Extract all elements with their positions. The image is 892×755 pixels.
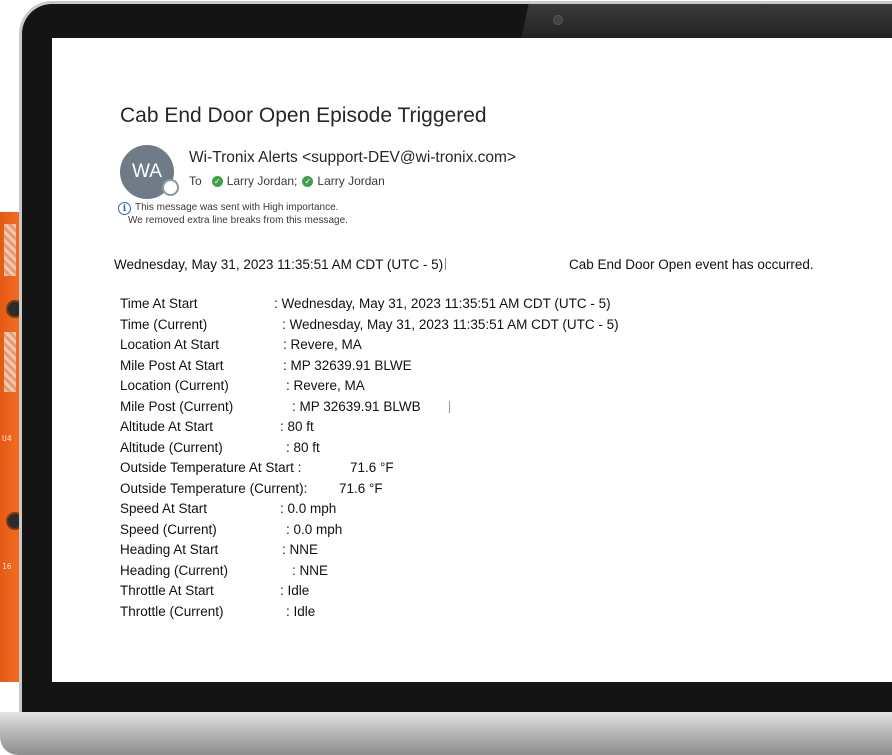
info-line: We removed extra line breaks from this m… <box>128 215 348 226</box>
detail-value: : Wednesday, May 31, 2023 11:35:51 AM CD… <box>282 316 619 332</box>
info-icon: i <box>118 202 131 215</box>
detail-value: : Revere, MA <box>283 337 362 352</box>
recipient[interactable]: ✓ Larry Jordan; <box>211 174 298 188</box>
device-label-strip <box>4 332 16 392</box>
detail-label: Heading (Current) <box>120 562 229 578</box>
device-label: 16 <box>2 562 12 571</box>
event-timestamp-line: Wednesday, May 31, 2023 11:35:51 AM CDT … <box>114 257 447 272</box>
device-label: U4 <box>2 434 12 443</box>
detail-value: 71.6 °F <box>350 460 394 475</box>
detail-value: : Idle <box>286 603 316 619</box>
detail-value: : 80 ft <box>286 439 320 455</box>
detail-label: Altitude At Start <box>120 419 214 434</box>
detail-label: Heading At Start <box>120 542 219 557</box>
detail-label: Speed At Start <box>120 501 208 516</box>
detail-label: Altitude (Current) <box>120 439 223 455</box>
detail-value: : MP 32639.91 BLWE <box>283 357 412 373</box>
detail-label: Time At Start <box>120 296 198 311</box>
detail-value: : Wednesday, May 31, 2023 11:35:51 AM CD… <box>274 296 611 311</box>
device-label-strip <box>4 224 16 276</box>
laptop-screen: Cab End Door Open Episode Triggered WA W… <box>52 38 892 682</box>
detail-label: Outside Temperature At Start : <box>120 460 302 475</box>
separator <box>445 258 447 270</box>
detail-value: 71.6 °F <box>339 480 383 496</box>
recipient-name: Larry Jordan; <box>226 174 298 188</box>
info-banner: i This message was sent with High import… <box>118 201 348 227</box>
detail-value: : NNE <box>282 542 319 557</box>
recipients-line: To ✓ Larry Jordan; ✓ Larry Jordan <box>189 174 385 188</box>
detail-value: : 0.0 mph <box>280 501 337 516</box>
detail-value: : 0.0 mph <box>286 521 343 537</box>
detail-label: Location (Current) <box>120 378 229 393</box>
detail-value: : 80 ft <box>280 419 314 434</box>
event-message: Cab End Door Open event has occurred. <box>569 257 814 272</box>
info-line: This message was sent with High importan… <box>135 202 339 213</box>
laptop-base <box>0 712 892 755</box>
detail-value: : Idle <box>280 583 310 598</box>
detail-label: Outside Temperature (Current): <box>120 480 308 496</box>
check-icon: ✓ <box>302 175 314 187</box>
separator <box>449 400 450 413</box>
detail-label: Throttle (Current) <box>120 603 224 619</box>
detail-label: Speed (Current) <box>120 521 217 537</box>
detail-label: Mile Post At Start <box>120 357 224 373</box>
check-icon: ✓ <box>211 175 223 187</box>
camera-bezel <box>521 4 892 38</box>
detail-label: Mile Post (Current) <box>120 398 234 414</box>
recipient-name: Larry Jordan <box>317 174 385 188</box>
event-timestamp: Wednesday, May 31, 2023 11:35:51 AM CDT … <box>114 257 444 272</box>
sender-name[interactable]: Wi-Tronix Alerts <support-DEV@wi-tronix.… <box>189 149 516 167</box>
detail-label: Time (Current) <box>120 316 208 332</box>
presence-icon <box>162 179 179 196</box>
recipient[interactable]: ✓ Larry Jordan <box>302 174 385 188</box>
camera-icon <box>553 15 563 25</box>
detail-value: : Revere, MA <box>286 378 365 393</box>
detail-label: Throttle At Start <box>120 583 214 598</box>
detail-label: Location At Start <box>120 337 220 352</box>
detail-value: : NNE <box>292 562 329 578</box>
to-label: To <box>189 174 202 188</box>
email-subject: Cab End Door Open Episode Triggered <box>120 104 487 127</box>
detail-value: : MP 32639.91 BLWB <box>292 398 421 414</box>
